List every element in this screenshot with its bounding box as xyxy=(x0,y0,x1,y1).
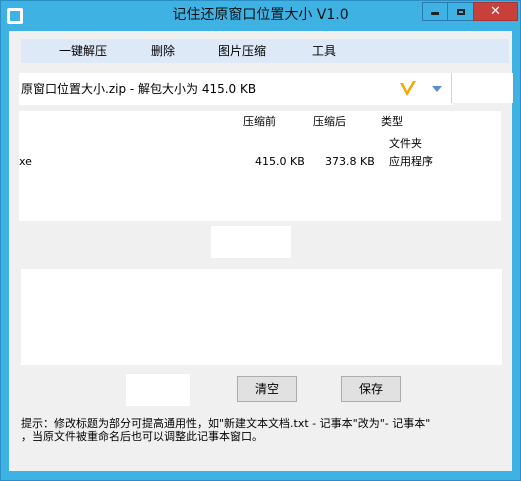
column-header-after[interactable]: 压缩后 xyxy=(313,111,346,133)
minimize-button[interactable] xyxy=(422,2,448,21)
menu-item-image-compress[interactable]: 图片压缩 xyxy=(218,39,266,63)
row-size-before: 415.0 KB xyxy=(255,155,305,168)
maximize-icon xyxy=(456,9,465,15)
maximize-button[interactable] xyxy=(447,2,474,21)
archive-select[interactable]: 原窗口位置大小.zip - 解包大小为 415.0 KB xyxy=(19,73,453,105)
row-type: 应用程序 xyxy=(389,155,433,168)
table-row[interactable]: 文件夹 xyxy=(19,135,501,153)
menu-item-tools[interactable]: 工具 xyxy=(312,39,336,63)
log-textarea[interactable] xyxy=(21,269,502,365)
table-row[interactable]: xe 415.0 KB 373.8 KB 应用程序 xyxy=(19,153,501,171)
hint-line-1: 提示：修改标题为部分可提高通用性，如"新建文本文档.txt - 记事本"改为"-… xyxy=(21,417,431,430)
minimize-icon xyxy=(431,12,439,15)
menu-item-extract[interactable]: 一键解压 xyxy=(59,39,107,63)
file-list-header: 压缩前 压缩后 类型 xyxy=(19,111,501,133)
side-input[interactable] xyxy=(451,73,513,103)
hint-text: 提示：修改标题为部分可提高通用性，如"新建文本文档.txt - 记事本"改为"-… xyxy=(21,417,506,443)
column-header-before[interactable]: 压缩前 xyxy=(243,111,276,133)
title-bar[interactable]: 记住还原窗口位置大小 V1.0 ✕ xyxy=(1,1,520,31)
menu-bar: 一键解压 删除 图片压缩 工具 xyxy=(21,39,509,63)
save-button[interactable]: 保存 xyxy=(341,376,401,402)
chevron-down-icon[interactable] xyxy=(432,86,442,92)
file-list[interactable]: 压缩前 压缩后 类型 文件夹 xe 415.0 KB 373.8 KB 应用程序 xyxy=(19,111,501,221)
small-input-2[interactable] xyxy=(126,374,190,406)
row-name: xe xyxy=(19,155,32,168)
client-area: 一键解压 删除 图片压缩 工具 原窗口位置大小.zip - 解包大小为 415.… xyxy=(9,31,513,471)
v-logo-icon xyxy=(400,81,416,96)
hint-line-2: ，当原文件被重命名后也可以调整此记事本窗口。 xyxy=(21,430,263,443)
close-button[interactable]: ✕ xyxy=(473,2,518,21)
close-icon: ✕ xyxy=(490,4,501,19)
row-size-after: 373.8 KB xyxy=(325,155,375,168)
archive-select-value: 原窗口位置大小.zip - 解包大小为 415.0 KB xyxy=(21,82,257,96)
menu-item-delete[interactable]: 删除 xyxy=(151,39,175,63)
app-window: 记住还原窗口位置大小 V1.0 ✕ 一键解压 删除 图片压缩 工具 原窗口位置大… xyxy=(0,0,521,481)
column-header-type[interactable]: 类型 xyxy=(381,111,403,133)
row-type: 文件夹 xyxy=(389,137,422,150)
small-input-1[interactable] xyxy=(211,226,291,258)
archive-row: 原窗口位置大小.zip - 解包大小为 415.0 KB xyxy=(9,73,513,105)
clear-button[interactable]: 清空 xyxy=(237,376,297,402)
